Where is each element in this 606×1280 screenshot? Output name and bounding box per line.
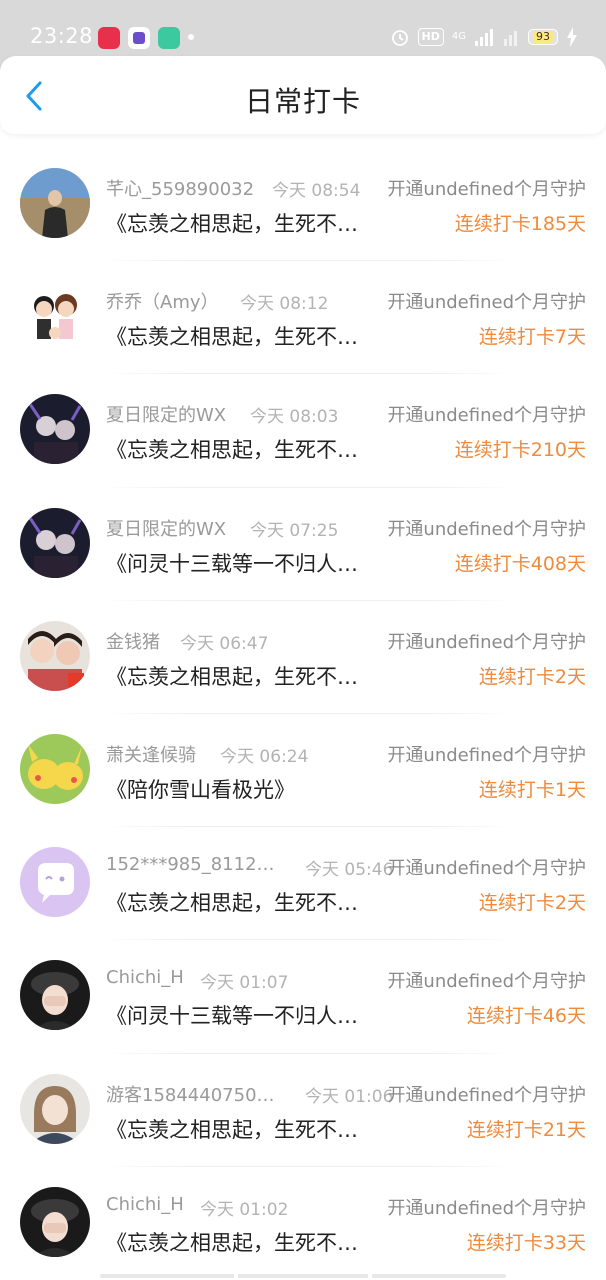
user-name[interactable]: 芊心_559890032 [106, 175, 284, 201]
list-item[interactable]: 芊心_559890032 今天 08:54 开通undefined个月守护 《忘… [0, 148, 606, 262]
network-type: 4G [451, 31, 466, 42]
avatar[interactable] [20, 281, 90, 352]
guard-status: 开通undefined个月守护 [387, 1084, 586, 1106]
book-title[interactable]: 《问灵十三载等一不归人… [106, 1000, 378, 1030]
checkin-time: 今天 08:12 [240, 294, 329, 315]
guard-status: 开通undefined个月守护 [387, 631, 586, 653]
book-title[interactable]: 《忘羡之相思起，生死不… [106, 661, 378, 691]
user-name[interactable]: 游客15844407500… [106, 1081, 284, 1107]
book-title[interactable]: 《忘羡之相思起，生死不… [106, 434, 378, 464]
guard-status: 开通undefined个月守护 [387, 518, 586, 540]
checkin-time: 今天 01:06 [305, 1086, 394, 1107]
app-notification-icon [128, 27, 150, 49]
avatar[interactable] [20, 168, 90, 238]
guard-status: 开通undefined个月守护 [387, 858, 586, 880]
guard-status: 开通undefined个月守护 [387, 744, 586, 766]
guard-status: 开通undefined个月守护 [387, 179, 586, 200]
list-item[interactable]: 萧关逢候骑 今天 06:24 开通undefined个月守护 《陪你雪山看极光》… [0, 714, 606, 828]
status-icons: HD 4G 93 [390, 24, 578, 50]
checkin-time: 今天 08:03 [250, 407, 339, 428]
book-title[interactable]: 《忘羡之相思起，生死不… [106, 1227, 378, 1257]
app-screen: 23:28 HD 4G 93 日常打卡 芊心_559890032 今天 08:5… [0, 0, 606, 1280]
book-title[interactable]: 《陪你雪山看极光》 [106, 774, 378, 804]
list-item[interactable]: 夏日限定的WX 今天 07:25 开通undefined个月守护 《问灵十三载等… [0, 488, 606, 601]
list-item[interactable]: 游客15844407500… 今天 01:06 开通undefined个月守护 … [0, 1054, 606, 1167]
book-title[interactable]: 《问灵十三载等一不归人… [106, 548, 378, 578]
app-notification-icon [158, 27, 180, 49]
streak-count: 连续打卡185天 [454, 213, 586, 235]
streak-count: 连续打卡1天 [478, 778, 586, 801]
streak-count: 连续打卡46天 [466, 1005, 586, 1028]
guard-status: 开通undefined个月守护 [387, 971, 586, 993]
signal-icon [475, 29, 493, 46]
avatar[interactable] [20, 733, 90, 804]
book-title[interactable]: 《忘羡之相思起，生死不… [106, 321, 378, 351]
user-name[interactable]: 152***985_81120… [106, 854, 284, 875]
page-title: 日常打卡 [244, 85, 361, 118]
avatar[interactable] [20, 960, 90, 1031]
checkin-time: 今天 01:02 [200, 1199, 289, 1220]
more-notifications-dot [188, 34, 194, 40]
streak-count: 连续打卡33天 [466, 1231, 586, 1254]
list-item[interactable]: Chichi_H 今天 01:02 开通undefined个月守护 《忘羡之相思… [0, 1167, 606, 1280]
battery-level: 93 [533, 31, 553, 43]
list-item[interactable]: 乔乔（Amy） 今天 08:12 开通undefined个月守护 《忘羡之相思起… [0, 261, 606, 375]
checkin-time: 今天 05:46 [305, 860, 394, 881]
status-time: 23:28 [30, 24, 94, 48]
guard-status: 开通undefined个月守护 [387, 405, 586, 427]
checkin-time: 今天 01:07 [200, 973, 289, 994]
avatar[interactable] [20, 1186, 90, 1257]
streak-count: 连续打卡2天 [478, 892, 586, 915]
bottom-edge-shadow [100, 1274, 506, 1278]
avatar[interactable] [20, 394, 90, 465]
streak-count: 连续打卡7天 [478, 326, 586, 349]
list-item[interactable]: 夏日限定的WX 今天 08:03 开通undefined个月守护 《忘羡之相思起… [0, 374, 606, 488]
nav-header: 日常打卡 [0, 56, 606, 134]
streak-count: 连续打卡2天 [478, 665, 586, 688]
avatar[interactable] [20, 507, 90, 578]
streak-count: 连续打卡21天 [466, 1118, 586, 1141]
guard-status: 开通undefined个月守护 [387, 292, 586, 314]
signal-icon [504, 31, 517, 46]
checkin-time: 今天 08:54 [272, 181, 361, 201]
list-item[interactable]: 金钱猪 今天 06:47 开通undefined个月守护 《忘羡之相思起，生死不… [0, 601, 606, 714]
checkin-time: 今天 07:25 [250, 520, 339, 541]
avatar[interactable] [20, 1073, 90, 1144]
list-item[interactable]: 152***985_81120… 今天 05:46 开通undefined个月守… [0, 827, 606, 941]
checkin-time: 今天 06:24 [220, 746, 309, 767]
book-title[interactable]: 《忘羡之相思起，生死不… [106, 208, 378, 238]
alarm-icon [391, 30, 408, 46]
battery-icon: 93 [528, 29, 558, 45]
list-item[interactable]: Chichi_H 今天 01:07 开通undefined个月守护 《问灵十三载… [0, 940, 606, 1054]
guard-status: 开通undefined个月守护 [387, 1197, 586, 1219]
charging-icon [567, 27, 577, 47]
book-title[interactable]: 《忘羡之相思起，生死不… [106, 887, 378, 917]
streak-count: 连续打卡408天 [454, 552, 586, 575]
streak-count: 连续打卡210天 [454, 439, 586, 462]
book-title[interactable]: 《忘羡之相思起，生死不… [106, 1114, 378, 1144]
hd-icon: HD [417, 28, 444, 46]
avatar[interactable] [20, 620, 90, 691]
app-notification-icon [98, 27, 120, 49]
checkin-list: 芊心_559890032 今天 08:54 开通undefined个月守护 《忘… [0, 148, 606, 1280]
avatar[interactable] [20, 847, 90, 918]
checkin-time: 今天 06:47 [180, 633, 269, 654]
